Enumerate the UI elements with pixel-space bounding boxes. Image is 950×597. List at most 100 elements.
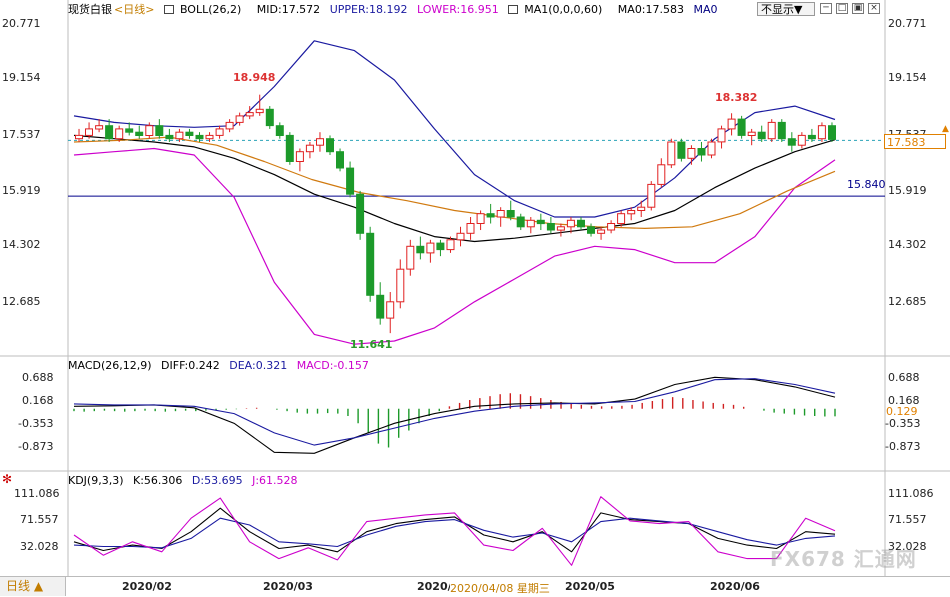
candle-body <box>717 128 726 143</box>
candle-body <box>767 121 776 140</box>
macd-right-tick: -0.873 <box>885 440 921 453</box>
kdj-title: KDJ(9,3,3) <box>68 474 124 487</box>
candle-body <box>396 268 405 303</box>
candle-body <box>105 125 114 140</box>
candle-body <box>225 121 234 130</box>
candle-body <box>466 223 475 234</box>
candle-body <box>326 138 334 153</box>
candle-body <box>456 232 465 241</box>
candle-body <box>356 193 365 234</box>
kdj-right-tick: 111.086 <box>888 487 934 500</box>
candle-body <box>145 125 154 136</box>
candle-body <box>245 112 254 117</box>
boll-mid: MID:17.572 <box>256 3 321 16</box>
cursor-date: 2020/04/08 星期三 <box>450 580 550 596</box>
candle-body <box>496 210 505 218</box>
left-tick: 15.919 <box>2 184 41 197</box>
kdj-d: D:53.695 <box>191 474 243 487</box>
time-axis-bar: 日线 ▲ 2020/02 2020/03 2020/04 2020/04/08 … <box>0 576 950 597</box>
candle-body <box>828 125 836 140</box>
candle-body <box>697 148 706 156</box>
period-label[interactable]: <日线> <box>114 3 154 16</box>
candle-body <box>817 125 826 140</box>
candle-body <box>416 245 425 254</box>
candle-body <box>677 141 686 159</box>
left-tick: 12.685 <box>2 295 41 308</box>
minimize-icon[interactable]: ─ <box>820 3 832 14</box>
candle-body <box>627 210 636 215</box>
candle-body <box>737 118 746 136</box>
macd-title: MACD(26,12,9) <box>68 359 152 372</box>
macd-right-tick: -0.353 <box>885 417 921 430</box>
date-tick: 2020/03 <box>263 580 313 593</box>
candle-body <box>577 219 585 228</box>
ma-name: MA1(0,0,0,60) <box>524 3 603 16</box>
candle-body <box>566 219 575 228</box>
macd-dea-line <box>73 378 836 446</box>
candle-body <box>366 232 375 296</box>
kdj-j: J:61.528 <box>252 474 298 487</box>
hline-label: 15.840 <box>847 178 886 191</box>
candle-body <box>556 226 565 231</box>
candle-body <box>95 125 104 130</box>
candle-body <box>255 108 264 114</box>
candle-body <box>516 216 525 228</box>
candle-body <box>807 134 816 140</box>
candle-body <box>797 134 806 146</box>
date-tick: 2020/02 <box>122 580 172 593</box>
chart-canvas[interactable] <box>0 0 950 596</box>
left-tick: 20.771 <box>2 17 41 30</box>
candle-body <box>75 134 83 140</box>
chart-window[interactable]: 现货白银 <日线> BOLL(26,2) MID:17.572 UPPER:18.… <box>0 0 950 597</box>
candle-body <box>546 223 555 231</box>
candle-body <box>727 118 736 130</box>
candle-body <box>115 128 124 140</box>
right-tick: 20.771 <box>888 17 927 30</box>
macd-header: MACD(26,12,9) DIFF:0.242 DEA:0.321 MACD:… <box>68 358 375 374</box>
ma0-value: MA0:17.583 <box>617 3 685 16</box>
kdj-left-tick: 111.086 <box>14 487 60 500</box>
candle-body <box>426 242 435 254</box>
right-tick: 15.919 <box>888 184 927 197</box>
indicator-settings-icon[interactable] <box>508 5 519 14</box>
display-dropdown[interactable]: 不显示▼ <box>757 2 815 16</box>
candle-body <box>265 108 274 127</box>
macd-left-tick: -0.873 <box>18 440 54 453</box>
candle-body <box>175 131 184 140</box>
left-tick: 14.302 <box>2 238 41 251</box>
candle-body <box>617 213 626 224</box>
kdj-sun-icon[interactable]: ✻ <box>2 472 12 486</box>
candle-body <box>506 210 515 218</box>
candle-body <box>476 213 485 224</box>
candle-body <box>757 131 766 140</box>
high-annotation: 18.382 <box>715 91 758 104</box>
boll-upper: UPPER:18.192 <box>329 3 408 16</box>
macd-last-value: 0.129 <box>886 405 918 418</box>
candle-body <box>446 239 455 251</box>
candle-body <box>195 134 204 140</box>
period-switch-button[interactable]: 日线 ▲ <box>0 577 66 596</box>
candle-body <box>346 167 355 195</box>
high-annotation: 18.948 <box>233 71 276 84</box>
kdj-j-line <box>73 496 836 566</box>
candle-body <box>597 229 606 234</box>
maximize-icon[interactable]: ▣ <box>852 3 864 14</box>
candle-body <box>647 183 656 208</box>
left-tick: 17.537 <box>2 128 41 141</box>
indicator-settings-icon[interactable] <box>163 5 174 14</box>
close-icon[interactable]: × <box>868 3 880 14</box>
candle-body <box>125 128 134 133</box>
candle-body <box>687 148 696 159</box>
candle-body <box>526 219 535 228</box>
restore-icon[interactable]: □ <box>836 3 848 14</box>
macd-diff: DIFF:0.242 <box>161 359 220 372</box>
date-tick: 2020/05 <box>565 580 615 593</box>
candle-body <box>667 141 676 166</box>
candle-body <box>787 138 796 146</box>
candle-body <box>285 134 294 162</box>
boll-header: 现货白银 <日线> BOLL(26,2) MID:17.572 UPPER:18.… <box>68 2 724 18</box>
candle-body <box>486 213 495 218</box>
candle-body <box>587 226 595 234</box>
price-pointer-icon: ▲ <box>942 124 949 134</box>
candle-body <box>135 131 144 136</box>
